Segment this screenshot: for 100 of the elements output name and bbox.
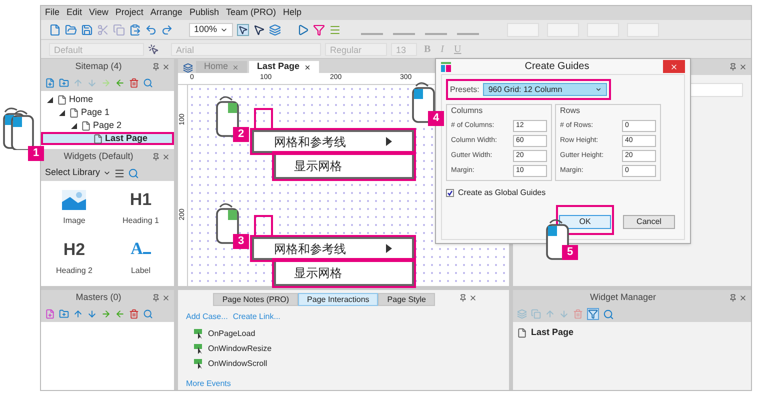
preview-icon[interactable]: [297, 24, 309, 36]
properties-tab[interactable]: Page Style: [378, 293, 435, 306]
pin-icon[interactable]: [152, 153, 160, 162]
menu-icon[interactable]: [114, 168, 126, 179]
add-page-icon[interactable]: [45, 78, 55, 88]
arrow-right-icon[interactable]: [101, 309, 111, 319]
menu-item[interactable]: Publish: [189, 6, 219, 20]
undo-icon[interactable]: [145, 24, 157, 36]
add-folder-icon[interactable]: [59, 78, 69, 88]
widget-name[interactable]: Heading 1: [122, 215, 159, 228]
search-icon[interactable]: [143, 78, 153, 88]
sitemap-item[interactable]: Page 1: [41, 106, 174, 120]
page-icon: [93, 134, 103, 144]
delete-icon[interactable]: [129, 309, 139, 319]
menu-item[interactable]: Team (PRO): [226, 6, 276, 20]
folder-icon[interactable]: [65, 24, 77, 36]
step-badge: 3: [233, 234, 249, 249]
close-icon[interactable]: [469, 294, 477, 302]
pin-icon[interactable]: [152, 63, 160, 72]
event-name[interactable]: OnWindowScroll: [208, 358, 268, 370]
copy-icon[interactable]: [113, 24, 125, 36]
checkbox[interactable]: [446, 189, 454, 197]
panel-title: Widget Manager: [588, 291, 658, 304]
zoom-dropdown[interactable]: 100%: [189, 22, 233, 37]
checkbox-label: Create as Global Guides: [458, 187, 546, 199]
sitemap-item[interactable]: Last Page: [41, 132, 174, 146]
event-icon: [194, 329, 204, 339]
expand-arrow-icon[interactable]: [71, 122, 77, 129]
pointer-icon[interactable]: [253, 24, 265, 36]
page-icon: [57, 94, 67, 105]
submenu-item: 显示网格: [274, 260, 414, 286]
search-icon[interactable]: [143, 309, 153, 319]
panel-title: Widgets (Default): [62, 150, 134, 164]
page-icon: [81, 120, 91, 131]
page-icon: [69, 108, 79, 118]
step-badge: 4: [428, 111, 444, 126]
arrow-left-icon[interactable]: [115, 309, 125, 319]
pin-icon[interactable]: [459, 294, 467, 302]
arrow-left-icon[interactable]: [115, 78, 125, 88]
delete-icon[interactable]: [129, 78, 139, 88]
properties-tab[interactable]: Page Interactions: [298, 293, 378, 306]
caret-icon: [595, 86, 602, 93]
close-icon[interactable]: [304, 64, 311, 71]
group-title: Columns: [451, 105, 484, 117]
close-icon: [670, 62, 678, 70]
presets-dropdown[interactable]: 960 Grid: 12 Column: [483, 83, 607, 96]
widget-manager-item[interactable]: Last Page: [531, 326, 574, 340]
pin-icon[interactable]: [729, 294, 737, 302]
format-painter-icon[interactable]: [148, 44, 159, 55]
presets-label: Presets:: [450, 84, 480, 96]
properties-tab[interactable]: Page Notes (PRO): [213, 293, 298, 306]
arrow-down-icon[interactable]: [87, 309, 97, 319]
widget-name[interactable]: Image: [63, 215, 86, 228]
save-icon[interactable]: [81, 24, 93, 36]
image-widget-icon: [62, 190, 86, 210]
panel-title: Sitemap (4): [74, 60, 123, 74]
page-icon: [517, 328, 527, 338]
search-icon[interactable]: [128, 168, 140, 179]
group-title: Rows: [560, 105, 582, 117]
library-dropdown[interactable]: Select Library: [45, 166, 100, 180]
expand-arrow-icon[interactable]: [47, 96, 53, 103]
expand-arrow-icon[interactable]: [59, 110, 65, 116]
redo-icon[interactable]: [161, 24, 173, 36]
widget-name[interactable]: Heading 2: [56, 265, 92, 278]
pin-icon[interactable]: [729, 63, 737, 72]
panel-title: Masters (0): [74, 291, 122, 304]
event-name[interactable]: OnWindowResize: [208, 343, 272, 355]
dialog-button[interactable]: Cancel: [623, 215, 675, 229]
submenu-arrow-icon: [386, 137, 392, 146]
widget-name[interactable]: Label: [130, 265, 151, 278]
heading-widget-icon: H1: [130, 190, 152, 210]
sitemap-item[interactable]: Page 2: [41, 119, 174, 132]
submenu-arrow-icon: [386, 244, 392, 253]
pointer-icon[interactable]: [237, 24, 249, 36]
add-master-icon[interactable]: [45, 309, 55, 319]
filter-icon[interactable]: [587, 308, 599, 320]
search-icon[interactable]: [603, 308, 614, 320]
dialog-button[interactable]: OK: [559, 215, 611, 229]
event-icon: [194, 344, 204, 354]
menu-item[interactable]: View: [89, 6, 108, 20]
menu-item[interactable]: Help: [282, 6, 302, 20]
event-icon: [194, 359, 204, 369]
new-file-icon[interactable]: [49, 24, 61, 36]
heading-widget-icon: H2: [63, 240, 86, 260]
app-logo-icon: [441, 62, 451, 72]
sitemap-item[interactable]: Home: [41, 93, 174, 106]
arrow-up-icon[interactable]: [73, 309, 83, 319]
menu-item[interactable]: Edit: [66, 6, 82, 20]
menu-item[interactable]: File: [45, 6, 60, 20]
pin-icon[interactable]: [152, 294, 160, 302]
add-folder-icon[interactable]: [59, 309, 69, 319]
step-badge: 1: [28, 146, 44, 161]
step-badge: 2: [233, 127, 249, 142]
scissors-icon[interactable]: [97, 24, 109, 36]
menu-item[interactable]: Arrange: [150, 6, 182, 20]
paste-icon[interactable]: [129, 24, 141, 36]
menu-item[interactable]: Project: [115, 6, 144, 20]
event-name[interactable]: OnPageLoad: [208, 328, 256, 340]
document-tab[interactable]: Last Page: [249, 61, 319, 74]
close-button[interactable]: [663, 60, 685, 73]
